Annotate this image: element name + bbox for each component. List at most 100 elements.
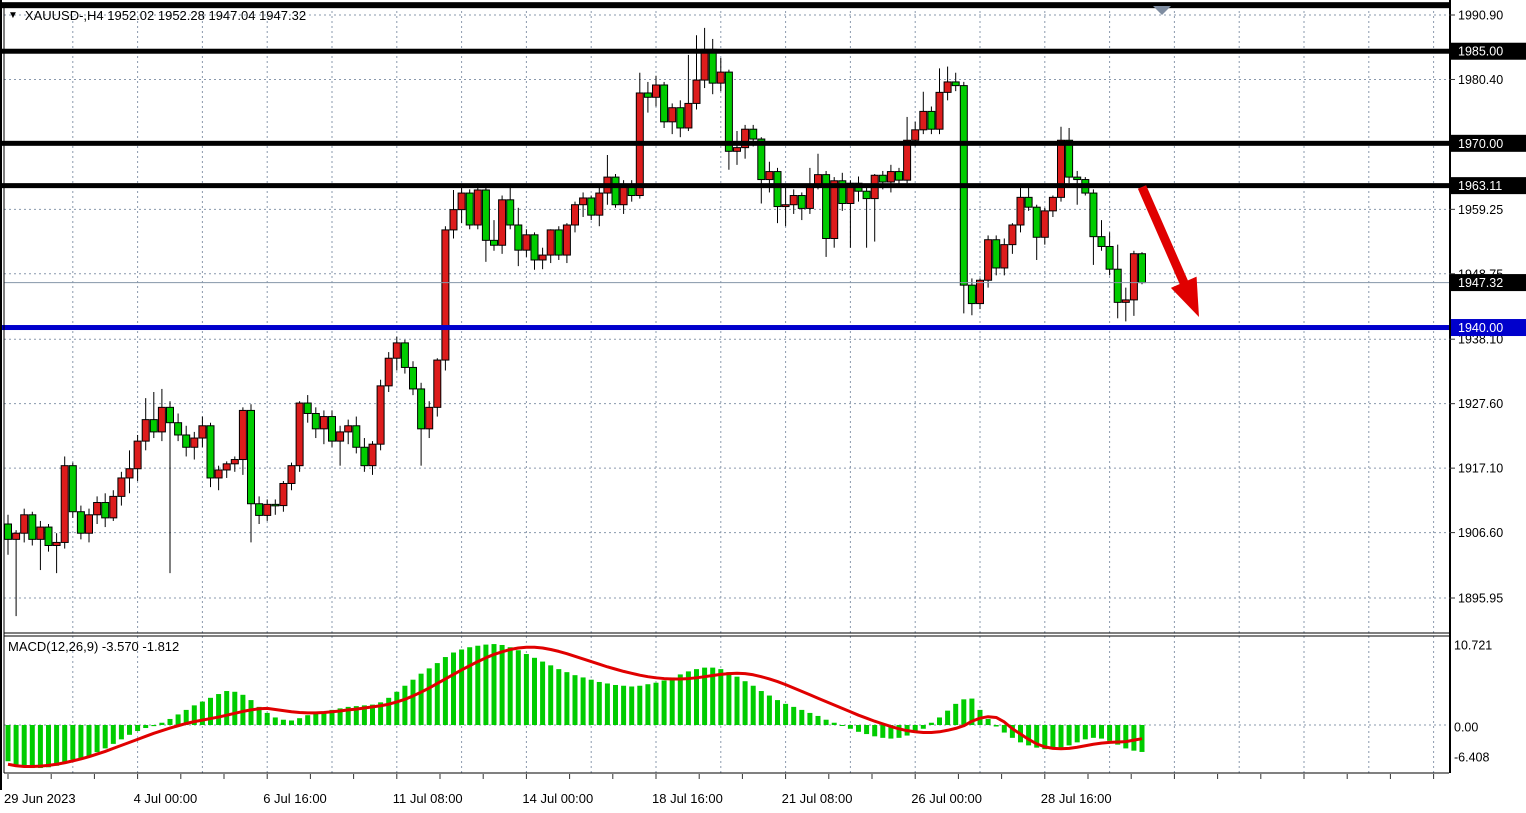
macd-bar (281, 720, 286, 725)
macd-bar (524, 654, 529, 725)
price-axis-border (1449, 0, 1451, 773)
symbol-title-bar: ▼ XAUUSD-,H4 1952.02 1952.28 1947.04 194… (8, 8, 306, 23)
time-axis-label: 29 Jun 2023 (4, 791, 76, 806)
macd-bar (662, 680, 667, 725)
macd-bar (467, 647, 472, 725)
macd-bar (6, 725, 11, 761)
bear-candle (69, 466, 76, 512)
trend-arrow-shaft (1142, 187, 1186, 288)
macd-bar (143, 725, 148, 728)
macd-bar (475, 646, 480, 725)
bear-candle (993, 240, 1000, 268)
bull-candle (86, 515, 93, 533)
bull-candle (191, 438, 198, 447)
bull-candle (442, 230, 449, 360)
macd-bar (411, 680, 416, 725)
bull-candle (458, 193, 465, 210)
macd-bar (945, 711, 950, 725)
macd-bar (783, 704, 788, 725)
bear-candle (1098, 237, 1105, 247)
macd-bar (1075, 725, 1080, 742)
macd-bar (70, 725, 75, 760)
price-axis[interactable]: 1990.901980.401959.251948.751938.101927.… (1449, 9, 1526, 765)
bull-candle (596, 193, 603, 215)
macd-bar (840, 725, 845, 726)
macd-bar (791, 707, 796, 725)
bull-candle (345, 426, 352, 432)
bull-candle (1130, 254, 1137, 300)
bull-candle (134, 441, 141, 469)
macd-bar (516, 650, 521, 725)
bull-candle (320, 417, 327, 429)
bear-candle (952, 82, 959, 86)
macd-bar (459, 650, 464, 726)
macd-bar (500, 645, 505, 725)
bull-candle (1017, 197, 1024, 225)
bear-candle (401, 343, 408, 368)
bull-candle (385, 358, 392, 386)
macd-bar (419, 674, 424, 725)
bull-candle (499, 200, 506, 245)
bull-candle (1049, 197, 1056, 211)
macd-bar (46, 725, 51, 767)
bull-candle (377, 386, 384, 444)
price-level-badge-label: 1985.00 (1458, 45, 1503, 59)
bear-candle (928, 111, 935, 129)
bear-candle (482, 190, 489, 240)
price-axis-label: 1990.90 (1458, 9, 1503, 23)
macd-bar (848, 725, 853, 729)
bear-candle (798, 196, 805, 209)
bull-candle (977, 280, 984, 303)
macd-bar (807, 713, 812, 725)
bull-candle (1122, 300, 1129, 302)
bull-candle (434, 360, 441, 407)
chart-canvas[interactable]: 1990.901980.401959.251948.751938.101927.… (0, 0, 1526, 813)
bear-candle (612, 177, 619, 205)
bear-candle (644, 93, 651, 97)
macd-bar (451, 653, 456, 725)
time-axis-label: 11 Jul 08:00 (393, 791, 463, 806)
macd-bar (1107, 725, 1112, 741)
macd-bar (751, 686, 756, 725)
price-axis-label: 1906.60 (1458, 526, 1503, 540)
time-axis[interactable]: 29 Jun 20234 Jul 00:006 Jul 16:0011 Jul … (4, 774, 1434, 806)
bull-candle (1058, 140, 1065, 197)
macd-bar (232, 692, 237, 725)
bear-candle (507, 200, 514, 225)
trend-arrow (1142, 187, 1199, 317)
macd-bar (1083, 725, 1088, 739)
macd-bar (151, 725, 156, 726)
bear-candle (555, 230, 562, 255)
macd-bar (1123, 725, 1128, 748)
current-price-badge-label: 1947.32 (1458, 276, 1503, 290)
bull-candle (944, 82, 951, 92)
bull-candle (223, 464, 230, 470)
macd-bar (386, 698, 391, 725)
macd-bar (14, 725, 19, 765)
bull-candle (523, 235, 530, 250)
macd-bar (929, 723, 934, 725)
price-hline (0, 141, 1449, 146)
macd-bar (816, 716, 821, 725)
bear-candle (1090, 193, 1097, 237)
macd-indicator-label: MACD(12,26,9) -3.570 -1.812 (8, 639, 179, 654)
macd-bar (718, 669, 723, 725)
macd-bar (54, 725, 59, 766)
macd-bar (1067, 725, 1072, 745)
bull-candle (734, 148, 741, 152)
macd-bar (127, 725, 132, 735)
bear-candle (256, 504, 263, 516)
time-axis-label: 26 Jul 00:00 (911, 791, 982, 806)
price-axis-label: 1917.10 (1458, 462, 1503, 476)
bear-candle (312, 413, 319, 428)
bear-candle (102, 503, 109, 518)
time-axis-label: 6 Jul 16:00 (263, 791, 327, 806)
macd-axis-label: 0.00 (1454, 721, 1478, 735)
bull-candle (790, 196, 797, 205)
symbol-ohlc-text: XAUUSD-,H4 1952.02 1952.28 1947.04 1947.… (25, 8, 306, 23)
macd-bar (289, 720, 294, 725)
price-axis-label: 1980.40 (1458, 73, 1503, 87)
macd-bar (548, 665, 553, 725)
symbol-dropdown-icon[interactable]: ▼ (8, 11, 18, 21)
macd-bar (78, 725, 83, 758)
